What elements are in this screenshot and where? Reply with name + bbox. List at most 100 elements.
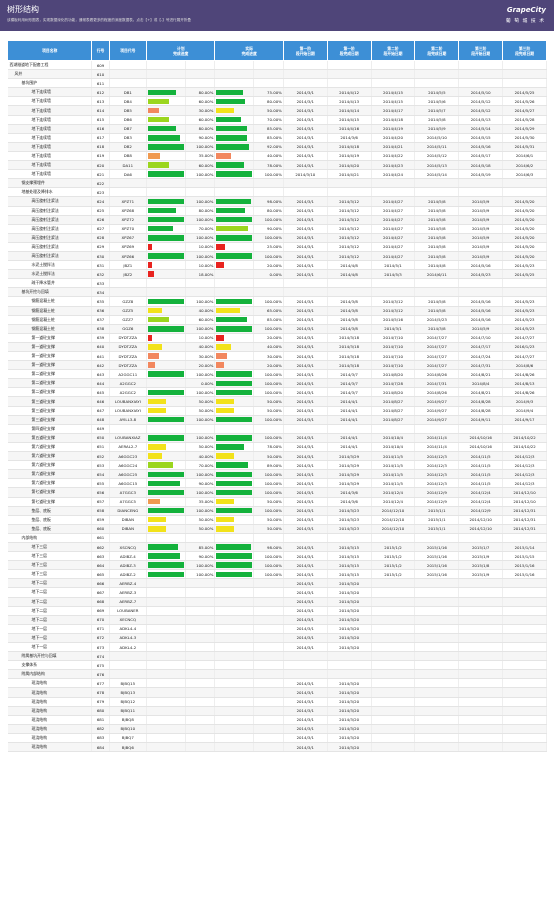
table-row[interactable]: 地下连续墙 617 DB3 90.00% 85.00% 2014/3/1 2014/3/6 2… <box>7 133 547 143</box>
col-header-name[interactable]: 项目名称 <box>6 40 93 61</box>
table-row[interactable]: 地下三层 665 ADIBZ-2 100.00% 100.00% 2014/3/1 2014… <box>7 569 547 580</box>
table-row[interactable]: 第五道砼支撑 650 LOUBANXIAZ 100.00% 100.00% 2014/3/… <box>7 433 547 443</box>
col-header-line[interactable]: 行号 <box>91 40 110 61</box>
date-cell-d6: 2015/1/16 <box>502 569 547 580</box>
table-row[interactable]: 地下连续墙 614 DB5 30.00% 50.00% 2014/3/1 2014/4/14… <box>7 105 547 116</box>
table-row[interactable]: 第一道砼支撑 642 DYDTZZA 20.00% 20.00% 2014/3/1 2014… <box>7 360 547 371</box>
table-row[interactable]: 现浇结构 681 BJBQ8 2014/3/1 2014/3/20 <box>7 715 547 725</box>
row-name-cell: 垫层、底板 <box>7 506 93 516</box>
table-row[interactable]: 现浇结构 682 BJBQ10 2014/3/1 2014/3/20 <box>7 724 547 734</box>
date-cell-d4 <box>414 287 460 298</box>
date-cell-d4 <box>414 742 460 753</box>
table-row[interactable]: 地下连续墙 618 DB2 100.00% 92.00% 2014/3/1 2014/4/1… <box>7 142 547 152</box>
col-header-plan[interactable]: 计划 完成进度 <box>146 40 216 61</box>
table-row[interactable]: 基坑开挖与回填 634 <box>7 287 547 298</box>
table-row[interactable]: 第三道砼支撑 646 LOUBANXIAYI 50.00% 50.00% 2014/3/1… <box>7 396 547 407</box>
col-header-actual[interactable]: 实际 完成进度 <box>214 40 284 61</box>
col-header-stage3-end[interactable]: 第三阶 段完成日期 <box>502 40 547 61</box>
table-row[interactable]: 钢筋混凝土桩 636 GZZ5 40.00% 65.00% 2014/3/1 2014/3/… <box>7 306 547 316</box>
act-percent-cell <box>253 606 284 616</box>
table-row[interactable]: 地下连续墙 621 DA6 100.00% 100.00% 2014/3/10 2014/4… <box>7 169 547 180</box>
table-row[interactable]: 地下一层 672 ADKL4-3 2014/3/1 2014/3/20 <box>7 633 547 644</box>
table-row[interactable]: 支撑体系 675 <box>7 660 547 671</box>
plan-progress-bar <box>148 371 184 377</box>
date-cell-d1: 2014/3/1 <box>283 406 328 416</box>
table-row[interactable]: 现浇结构 684 BJBQ6 2014/3/1 2014/3/20 <box>7 742 547 753</box>
table-row[interactable]: 高压旋射注浆法 624 XPZ71 100.00% 98.00% 2014/3/1 2014… <box>7 196 547 207</box>
table-row[interactable]: 钢支撑预埋件 622 <box>7 178 547 189</box>
table-row[interactable]: 高压旋射注浆法 625 XPZ68 80.00% 80.00% 2014/3/1 2014/… <box>7 206 547 216</box>
table-row[interactable]: 地下连续墙 620 DA11 60.00% 78.00% 2014/3/1 2014/4/2… <box>7 160 547 171</box>
table-row[interactable]: 地下三层 662 XSCNCQ 85.00% 98.00% 2014/3/1 2014/3/… <box>7 542 547 553</box>
col-header-code[interactable]: 项目代号 <box>108 40 148 61</box>
table-row[interactable]: 第六道砼支撑 651 AERAL2-7 50.00% 78.00% 2014/3/1 201… <box>7 442 547 453</box>
table-row[interactable]: 第二道砼支撑 645 A2GGC2 100.00% 100.00% 2014/3/1 201… <box>7 387 547 398</box>
table-row[interactable]: 高压旋射注浆法 630 XPZ66 100.00% 100.00% 2014/3/1 201… <box>7 251 547 262</box>
table-row[interactable]: 风井 610 <box>7 69 547 80</box>
plan-progress-fill <box>148 89 177 96</box>
table-row[interactable]: 地下一层 671 ADKL4-4 2014/3/1 2014/3/20 <box>7 624 547 634</box>
plan-progress-fill <box>148 344 163 350</box>
table-row[interactable]: 地下三层 663 ADIBZ-4 90.00% 100.00% 2014/3/1 2014/… <box>7 551 547 562</box>
table-row[interactable]: 钢筋混凝土桩 638 GGZ6 100.00% 100.00% 2014/3/1 2014/… <box>7 324 547 334</box>
table-row[interactable]: 基坑围护 611 <box>7 78 547 89</box>
table-row[interactable]: 地下连续墙 619 DB8 35.00% 40.00% 2014/3/1 2014/4/19… <box>7 151 547 162</box>
table-row[interactable]: 地下连续墙 612 DB1 80.00% 75.00% 2014/3/1 2014/4/12… <box>7 87 547 98</box>
table-row[interactable]: 第一道砼支撑 639 DYDTZZA 10.00% 20.00% 2014/3/1 2014… <box>7 333 547 343</box>
table-row[interactable]: 垫层、底板 659 DIBAN 50.00% 50.00% 2014/3/1 2014/3/… <box>7 515 547 525</box>
table-row[interactable]: 现浇结构 680 BJBQ11 2014/3/1 2014/3/20 <box>7 706 547 716</box>
table-row[interactable]: 现浇结构 679 BJBQ12 2014/3/1 2014/3/20 <box>7 697 547 707</box>
col-header-stage1-start[interactable]: 第一阶 段开始日期 <box>282 40 328 61</box>
table-row[interactable]: 第六道砼支撑 653 A6GGC24 70.00% 89.00% 2014/3/1 2014… <box>7 460 547 471</box>
table-row[interactable]: 现浇结构 677 BJBQ15 2014/3/1 2014/3/20 <box>7 678 547 689</box>
table-row[interactable]: 第一道砼支撑 640 DYDTZZA 40.00% 40.00% 2014/3/1 2014… <box>7 342 547 353</box>
table-row[interactable]: 钢筋混凝土桩 637 GZZ7 60.00% 85.00% 2014/3/1 2014/3/… <box>7 315 547 325</box>
table-row[interactable]: 第六道砼支撑 655 A6GGC15 90.00% 100.00% 2014/3/1 201… <box>7 478 547 489</box>
table-row[interactable]: 第三道砼支撑 648 AYILL3-8 100.00% 100.00% 2014/3/1 2… <box>7 415 547 425</box>
table-row[interactable]: 地下一层 673 ADKL4-2 2014/3/1 2014/3/20 <box>7 642 547 653</box>
act-progress-fill <box>216 544 252 550</box>
table-row[interactable]: 第四道砼支撑 649 <box>7 424 547 434</box>
table-row[interactable]: 地基处理及降排水 623 <box>7 187 547 198</box>
table-row[interactable]: 第一道砼支撑 641 DYDTZZA 30.00% 30.00% 2014/3/1 2014… <box>7 351 547 362</box>
table-row[interactable]: 内部结构 661 <box>7 533 547 543</box>
act-percent-cell: 0.00% <box>253 269 284 280</box>
table-row[interactable]: 高压旋射注浆法 626 XPZ72 100.00% 100.00% 2014/3/1 201… <box>7 215 547 225</box>
table-row[interactable]: 水泥土搅拌法 632 JBZ2 18.00% 0.00% 2014/3/1 2014/4/8… <box>7 269 547 280</box>
table-row[interactable]: 第二道砼支撑 643 A2GGC11 100.00% 100.00% 2014/3/1 20… <box>7 369 547 380</box>
table-row[interactable]: 垫层、底板 660 DIBAN 50.00% 50.00% 2014/3/1 2014/3/… <box>7 524 547 534</box>
table-row[interactable]: 第六道砼支撑 654 A6GGC25 100.00% 100.00% 2014/3/1 20… <box>7 469 547 480</box>
table-row[interactable]: 西湖隧道地下配套工程 609 <box>7 60 547 71</box>
table-row[interactable]: 地下二层 670 XECNCQ 2014/3/1 2014/3/20 <box>7 615 547 625</box>
table-row[interactable]: 高压旋射注浆法 627 XPZ70 70.00% 90.00% 2014/3/1 2014/… <box>7 224 547 234</box>
table-row[interactable]: 第六道砼支撑 652 A6GGC23 40.00% 50.00% 2014/3/1 2014… <box>7 451 547 462</box>
table-row[interactable]: 地下连续墙 616 DB7 80.00% 85.00% 2014/3/1 2014/4/16… <box>7 124 547 134</box>
col-header-stage2-end[interactable]: 第二阶 段完成日期 <box>414 40 460 61</box>
table-row[interactable]: 地下二层 666 AERBZ-4 2014/3/1 2014/3/20 <box>7 578 547 589</box>
table-row[interactable]: 现浇结构 683 BJBQ7 2014/3/1 2014/3/20 <box>7 733 547 744</box>
table-row[interactable]: 疏干降水管井 633 <box>7 278 547 289</box>
table-row[interactable]: 钢筋混凝土桩 635 GZZ8 100.00% 100.00% 2014/3/1 2014/… <box>7 296 547 307</box>
date-cell-d1: 2014/3/1 <box>283 251 328 262</box>
table-row[interactable]: 地下连续墙 615 DB6 60.00% 70.00% 2014/3/1 2014/4/15… <box>7 115 547 125</box>
table-row[interactable]: 第二道砼支撑 644 A2GGC2 0.00% 100.00% 2014/3/1 2014/… <box>7 378 547 389</box>
table-row[interactable]: 地下三层 664 ADIBZ-3 100.00% 100.00% 2014/3/1 2014… <box>7 560 547 571</box>
table-row[interactable]: 地下二层 669 LOUBANER 2014/3/1 2014/3/20 <box>7 606 547 616</box>
table-row[interactable]: 地下连续墙 613 DB4 60.00% 80.00% 2014/3/1 2014/4/13… <box>7 96 547 107</box>
table-row[interactable]: 水泥土搅拌法 631 JBZ1 10.00% 20.00% 2014/3/1 2014/4/… <box>7 260 547 271</box>
table-row[interactable]: 附属基坑开挖与回填 674 <box>7 651 547 662</box>
col-header-stage1-end[interactable]: 第一阶 段完成日期 <box>326 40 372 61</box>
table-row[interactable]: 高压旋射注浆法 629 XPZ69 10.00% 25.00% 2014/3/1 2014/… <box>7 242 547 252</box>
table-row[interactable]: 地下二层 668 AERBZ-7 2014/3/1 2014/3/20 <box>7 597 547 607</box>
act-bar-cell <box>214 233 254 243</box>
table-row[interactable]: 第七道砼支撑 657 A7GGC5 35.00% 50.00% 2014/3/1 2014/… <box>7 497 547 507</box>
col-header-stage3-start[interactable]: 第三阶 段开始日期 <box>458 40 504 61</box>
table-row[interactable]: 高压旋射注浆法 628 XPZ67 100.00% 100.00% 2014/3/1 201… <box>7 233 547 243</box>
table-row[interactable]: 附属内部结构 676 <box>7 669 547 680</box>
col-header-stage2-start[interactable]: 第二阶 段开始日期 <box>370 40 416 61</box>
table-row[interactable]: 第三道砼支撑 647 LOUBANXIAYI 50.00% 50.00% 2014/3/1… <box>7 406 547 416</box>
table-row[interactable]: 现浇结构 678 BJBQ13 2014/3/1 2014/3/20 <box>7 687 547 698</box>
table-row[interactable]: 第七道砼支撑 656 A7GGC3 100.00% 100.00% 2014/3/1 201… <box>7 487 547 498</box>
table-row[interactable]: 地下二层 667 AERBZ-3 2014/3/1 2014/3/20 <box>7 587 547 598</box>
table-row[interactable]: 垫层、底板 658 DIANCENG 100.00% 100.00% 2014/3/1 20… <box>7 506 547 516</box>
